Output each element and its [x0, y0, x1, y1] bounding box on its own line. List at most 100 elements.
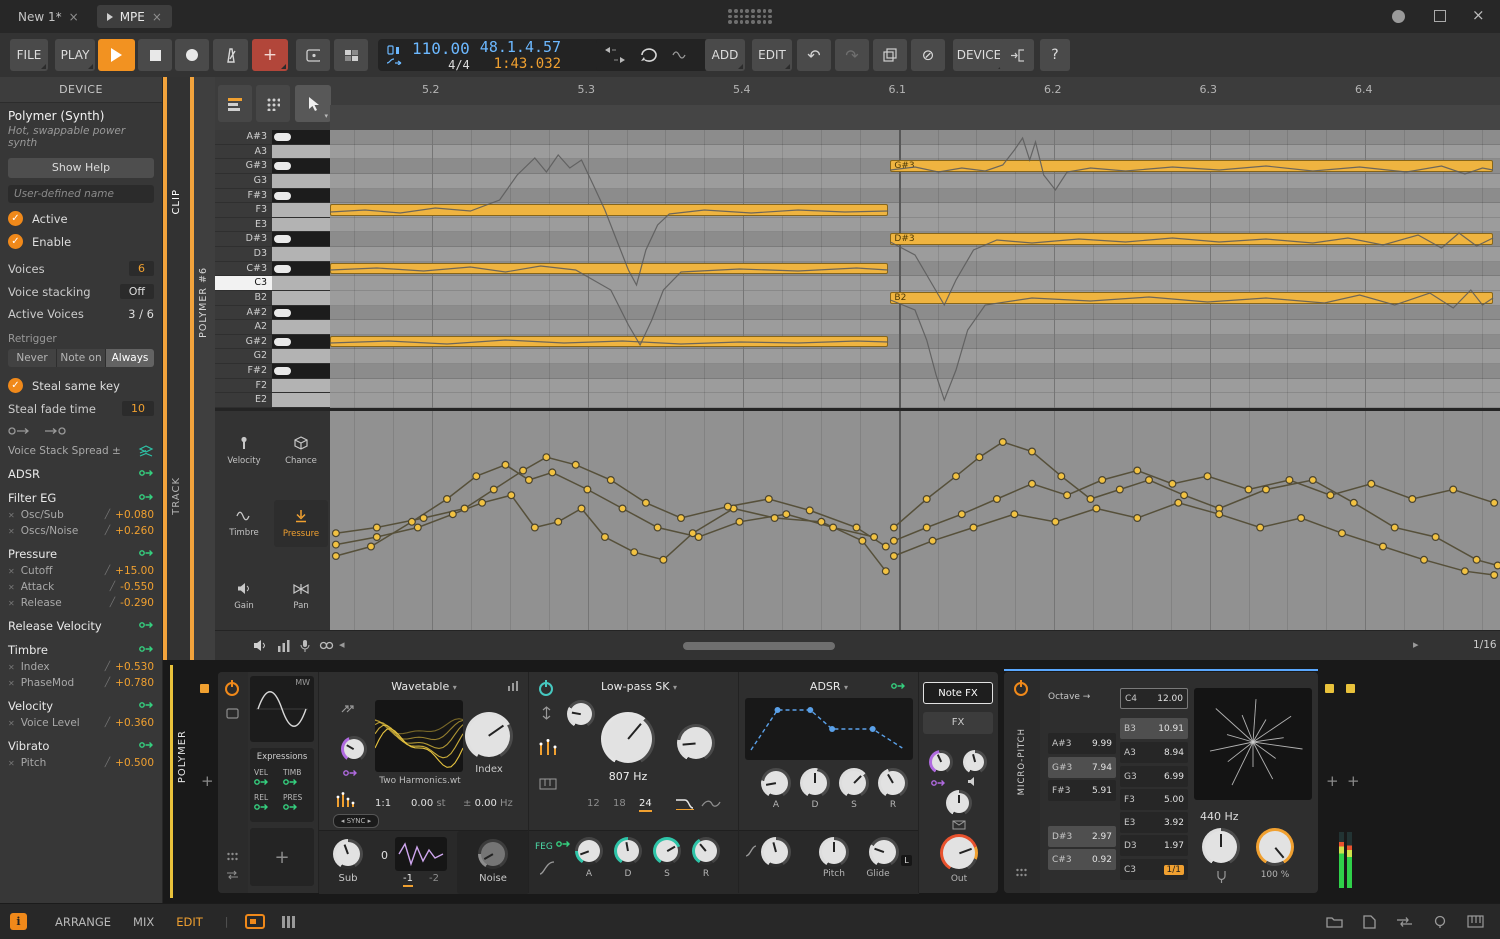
play-button[interactable] [98, 39, 135, 71]
key-bar[interactable] [272, 306, 330, 320]
octave-label[interactable]: Octave → [1048, 692, 1090, 702]
note-G#2[interactable] [330, 336, 888, 348]
notefx-tab[interactable]: Note FX [923, 682, 993, 704]
reference-freq-value[interactable]: 440 Hz [1200, 810, 1239, 823]
amp-decay-knob[interactable] [800, 768, 830, 798]
expression-button-gain[interactable]: Gain [217, 573, 271, 620]
add-modulator-button[interactable]: + [250, 828, 314, 886]
remove-icon[interactable]: ✕ [8, 599, 15, 608]
piano-key-D#3[interactable]: D#3 [215, 232, 330, 247]
mod-target-row[interactable]: ✕Attack╱-0.550 [8, 581, 154, 593]
expression-button-timbre[interactable]: Timbre [217, 500, 271, 547]
virtual-keyboard-icon[interactable] [1467, 915, 1484, 928]
pitch-cell-E3[interactable]: E33.92 [1120, 812, 1188, 833]
envelope-display[interactable] [745, 698, 913, 760]
amp-sustain-knob[interactable] [839, 768, 869, 798]
add-device-button[interactable]: + [201, 772, 214, 790]
pitch-cell-Fs3[interactable]: F#35.91 [1048, 780, 1116, 801]
pitch-cell-C4[interactable]: C412.00 [1120, 688, 1188, 709]
piano-key-F#3[interactable]: F#3 [215, 189, 330, 204]
grid-resolution-value[interactable]: 1/16 [1473, 639, 1497, 651]
insert-panel-button[interactable] [1000, 39, 1034, 71]
note-F3[interactable] [330, 204, 888, 216]
loop-icon[interactable] [638, 47, 660, 63]
mod-amount-value[interactable]: +0.500 [115, 757, 154, 769]
sync-toggle[interactable]: ◂ SYNC ▸ [333, 814, 379, 828]
filter-power-icon[interactable] [539, 682, 553, 696]
filter-route-icon[interactable] [541, 706, 552, 720]
osc-type-dropdown[interactable]: Wavetable ▾ [369, 680, 479, 693]
song-time[interactable]: 1:43.032 [494, 56, 561, 72]
key-bar[interactable] [272, 218, 330, 232]
piano-key-F2[interactable]: F2 [215, 379, 330, 394]
punch-in-out-icons[interactable] [604, 45, 626, 65]
expression-pres[interactable]: PRES [283, 793, 310, 814]
wavetable-browser-icon[interactable] [507, 680, 521, 691]
feg-decay-knob[interactable] [614, 837, 642, 865]
key-bar[interactable] [272, 276, 330, 290]
unison-arrows-icon[interactable] [341, 700, 355, 714]
key-bar[interactable] [272, 130, 330, 144]
env-curve-icon[interactable] [539, 861, 555, 875]
active-toggle[interactable]: ✓ Active [8, 211, 154, 226]
filter-shape-alt-icon[interactable] [701, 796, 721, 810]
piano-key-D3[interactable]: D3 [215, 247, 330, 262]
voices-value[interactable]: 6 [129, 261, 154, 276]
mod-a-knob[interactable] [929, 750, 953, 774]
chain-track-name[interactable]: POLYMER [177, 730, 188, 783]
pitch-cell-G3[interactable]: G36.99 [1120, 766, 1188, 787]
osc-ratio-value[interactable]: 1:1 [375, 798, 391, 809]
position-section[interactable]: 48.1.4.57 1:43.032 [480, 38, 561, 72]
redo-button[interactable]: ↷ [835, 39, 869, 71]
stop-button[interactable] [138, 39, 172, 71]
clip-tab-mpe[interactable]: MPE × [97, 5, 172, 28]
piano-key-G3[interactable]: G3 [215, 174, 330, 189]
close-tab-icon[interactable]: × [152, 10, 162, 24]
remove-icon[interactable]: ✕ [8, 527, 15, 536]
pitch-cell-As3[interactable]: A#39.99 [1048, 733, 1116, 754]
index-knob[interactable] [465, 712, 513, 760]
add-device-button[interactable]: + [1326, 772, 1339, 790]
info-icon[interactable]: i [10, 913, 27, 930]
add-menu-button[interactable]: ADD [705, 39, 745, 71]
key-bar[interactable] [272, 232, 330, 246]
sub-minus-two[interactable]: -2 [429, 873, 439, 884]
mod-target-row[interactable]: ✕Cutoff╱+15.00 [8, 565, 154, 577]
note-G#3[interactable]: G#3 [890, 160, 1493, 172]
key-bar[interactable] [272, 247, 330, 261]
inspector-panel-icon[interactable] [1363, 915, 1376, 929]
key-bar[interactable] [272, 364, 330, 378]
feg-sustain-knob[interactable] [653, 837, 681, 865]
pitch-cell-D3[interactable]: D31.97 [1120, 835, 1188, 856]
pitch-knob[interactable] [819, 837, 849, 867]
feg-label[interactable]: FEG [535, 839, 571, 852]
groove-icons[interactable] [386, 45, 402, 65]
wavetable-display[interactable] [375, 700, 463, 772]
filter-type-dropdown[interactable]: Low-pass SK ▾ [579, 680, 699, 693]
key-bar[interactable] [272, 159, 330, 173]
pitch-cell-A3[interactable]: A38.94 [1120, 742, 1188, 763]
close-tab-icon[interactable]: × [69, 10, 79, 24]
remove-icon[interactable]: ✕ [8, 679, 15, 688]
note-B2[interactable]: B2 [890, 292, 1493, 304]
edit-view-button[interactable]: EDIT [176, 915, 203, 929]
velocity-lane-icon[interactable] [277, 639, 291, 652]
metronome-button[interactable] [213, 39, 248, 71]
speaker-small-icon[interactable] [967, 776, 980, 787]
envelope-icon[interactable] [952, 820, 966, 830]
spread-knob[interactable] [946, 790, 972, 816]
mod-target-row[interactable]: ✕Osc/Sub╱+0.080 [8, 509, 154, 521]
link-icon[interactable] [319, 640, 334, 651]
expression-lane[interactable] [330, 411, 1500, 630]
track-indicator[interactable] [1346, 684, 1355, 693]
voice-stacking-value[interactable]: Off [120, 284, 154, 299]
osc-detune-hz[interactable]: ± 0.00 Hz [463, 798, 513, 809]
key-bar[interactable] [272, 189, 330, 203]
device-power-icon[interactable] [225, 682, 239, 696]
mod-amount-value[interactable]: +0.260 [115, 525, 154, 537]
time-signature[interactable]: 4/4 [448, 58, 470, 72]
mod-route-icon[interactable] [343, 768, 358, 781]
mod-target-row[interactable]: ✕Release╱-0.290 [8, 597, 154, 609]
track-tab[interactable]: TRACK [171, 477, 182, 515]
mod-amount-value[interactable]: -0.290 [120, 597, 154, 609]
